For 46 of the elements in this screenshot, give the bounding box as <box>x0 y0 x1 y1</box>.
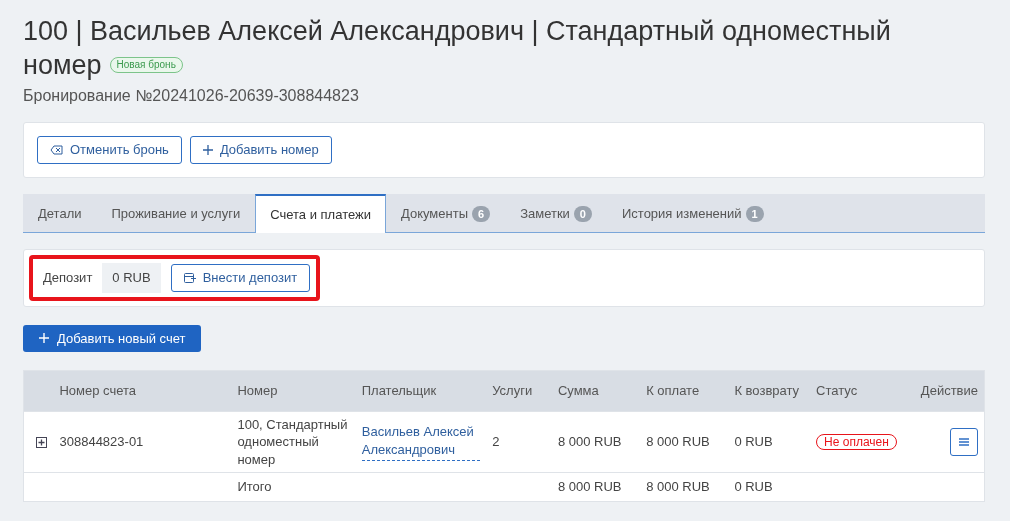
services-count: 2 <box>492 434 500 450</box>
tab[interactable]: Проживание и услуги <box>96 193 256 233</box>
room-name: 100, Стандартный одноместный номер <box>237 416 348 467</box>
refund-amount: 0 RUB <box>734 434 773 450</box>
column-header: Услуги <box>492 383 533 398</box>
booking-number: Бронирование №20241026-20639-308844823 <box>23 86 360 106</box>
tab[interactable]: История изменений 1 <box>607 193 779 233</box>
backspace-icon <box>50 144 63 155</box>
total-sum: 8 000 RUB <box>557 479 622 495</box>
add-invoice-button[interactable]: Добавить новый счет <box>23 324 202 352</box>
tab[interactable]: Детали <box>23 193 97 233</box>
column-header: Действие <box>920 383 978 398</box>
add-room-button[interactable]: Добавить номер <box>189 136 332 164</box>
deposit-label: Депозит <box>43 269 93 287</box>
total-amount-due: 8 000 RUB <box>646 479 710 495</box>
column-header: Сумма <box>557 383 599 398</box>
invoice-number: 308844823-01 <box>59 434 144 450</box>
column-header: Номер <box>237 383 278 398</box>
plus-icon <box>202 144 213 155</box>
cancel-booking-button[interactable]: Отменить бронь <box>37 136 182 164</box>
tab[interactable]: Счета и платежи <box>255 193 386 233</box>
count-badge: 6 <box>472 205 491 222</box>
wallet-icon <box>183 272 196 284</box>
column-header: К оплате <box>646 383 700 398</box>
plus-icon <box>39 333 49 344</box>
page-title: номер <box>23 49 102 82</box>
column-header: Номер счета <box>59 383 137 398</box>
column-header: К возврату <box>734 383 800 398</box>
payer-link[interactable]: Васильев Алексей Александрович <box>361 423 481 461</box>
column-header: Плательщик <box>361 383 437 398</box>
column-header: Статус <box>816 383 858 398</box>
sum: 8 000 RUB <box>557 434 622 450</box>
menu-button[interactable] <box>950 427 978 456</box>
total-label: Итого <box>237 479 272 495</box>
amount-due: 8 000 RUB <box>646 434 710 450</box>
menu-icon <box>959 437 969 446</box>
count-badge: 0 <box>573 205 592 222</box>
total-refund: 0 RUB <box>734 479 773 495</box>
deposit-amount: 0 RUB <box>102 263 161 293</box>
count-badge: 1 <box>745 205 764 222</box>
deposit-button[interactable]: Внести депозит <box>170 264 311 292</box>
status-badge: Новая бронь <box>109 57 183 73</box>
tab[interactable]: Заметки 0 <box>505 193 607 233</box>
tab[interactable]: Документы 6 <box>386 193 506 233</box>
expand-icon[interactable] <box>36 437 47 449</box>
page-title: 100 | Васильев Алексей Александрович | Стандартный одноместный <box>23 15 891 48</box>
